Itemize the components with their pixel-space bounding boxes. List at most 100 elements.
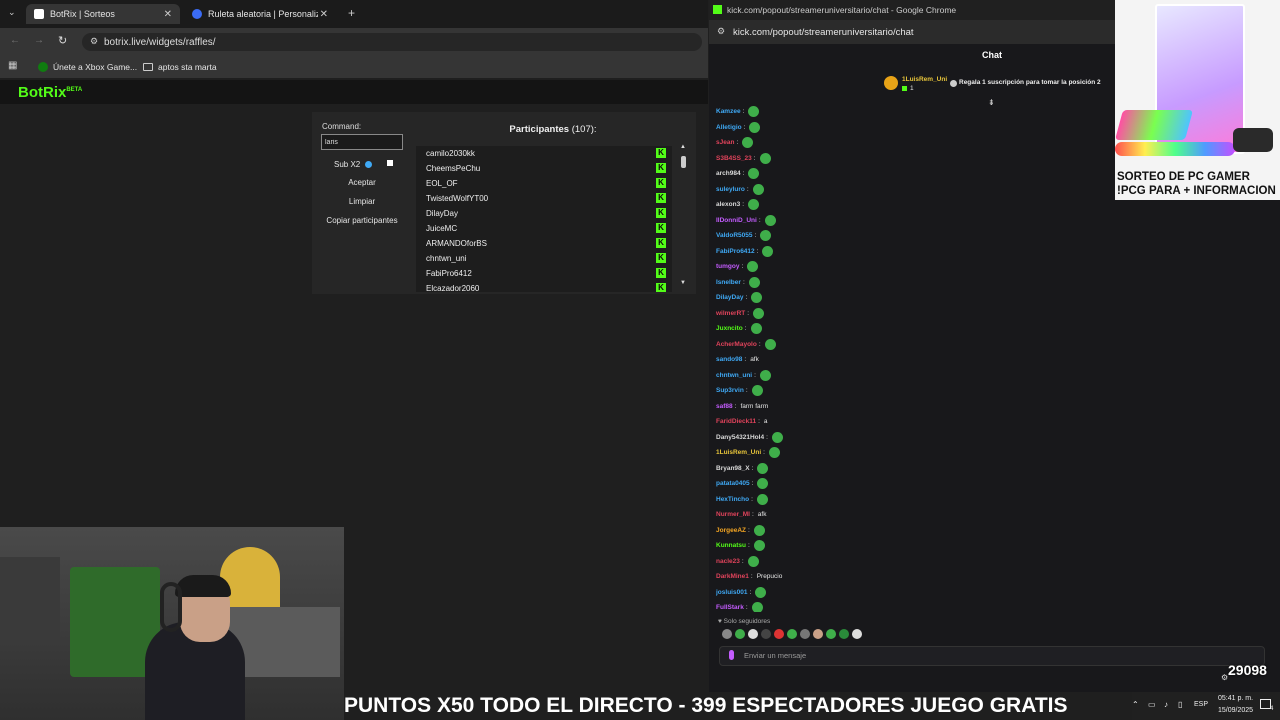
emote-icon[interactable] (751, 385, 763, 397)
emote-icon[interactable] (722, 629, 732, 639)
tab-ruleta[interactable]: Ruleta aleatoria | Personaliza y ✕ (184, 4, 336, 24)
emote-icon[interactable] (774, 629, 784, 639)
copy-participants-button[interactable]: Copiar participantes (321, 212, 403, 228)
forward-arrow-icon[interactable]: → (34, 35, 44, 46)
emote-icon[interactable] (757, 462, 769, 474)
emote-icon[interactable] (748, 629, 758, 639)
new-tab-icon[interactable]: + (348, 6, 355, 20)
emote-icon[interactable] (768, 447, 780, 459)
chat-username[interactable]: josluis001 (716, 589, 747, 596)
info-icon[interactable] (365, 160, 373, 168)
chat-username[interactable]: Kunnatsu (716, 542, 746, 549)
chat-username[interactable]: saf88 (716, 403, 733, 410)
chat-messages[interactable]: Kamzee: Alletigio: sJean: S3B4SS_23: arch984… (716, 104, 1096, 612)
chat-username[interactable]: S3B4SS_23 (716, 155, 752, 162)
emote-icon[interactable] (800, 629, 810, 639)
chat-username[interactable]: sJean (716, 139, 734, 146)
mic-icon[interactable] (729, 650, 734, 660)
tab-search-chevron-icon[interactable]: ⌄ (8, 7, 16, 18)
chat-username[interactable]: Kamzee (716, 108, 741, 115)
site-info-icon[interactable]: ⚙ (717, 26, 725, 37)
emote-icon[interactable] (748, 276, 760, 288)
scroll-thumb[interactable] (681, 156, 686, 168)
chat-username[interactable]: sando98 (716, 356, 742, 363)
emote-icon[interactable] (753, 540, 765, 552)
clock-date[interactable]: 15/09/2025 (1218, 707, 1253, 714)
close-icon[interactable]: ✕ (164, 9, 172, 20)
close-icon[interactable]: ✕ (320, 9, 328, 20)
clear-button[interactable]: Limpiar (321, 193, 403, 209)
bookmark-xbox[interactable]: Únete a Xbox Game... (38, 62, 137, 72)
accept-button[interactable]: Aceptar (321, 174, 403, 190)
chat-url-bar[interactable]: ⚙ kick.com/popout/streameruniversitario/… (709, 20, 1115, 44)
command-input[interactable] (321, 134, 403, 150)
emote-icon[interactable] (757, 478, 769, 490)
site-info-icon[interactable]: ⚙ (90, 36, 98, 47)
chat-username[interactable]: IIDonniD_Uni (716, 217, 757, 224)
reload-icon[interactable]: ↻ (58, 34, 67, 47)
emote-icon[interactable] (755, 586, 767, 598)
url-bar[interactable]: ⚙ botrix.live/widgets/raffles/ (82, 33, 702, 51)
emote-icon[interactable] (826, 629, 836, 639)
battery-icon[interactable]: ▯ (1178, 700, 1182, 709)
clock-time[interactable]: 05:41 p. m. (1218, 695, 1253, 702)
chat-username[interactable]: Sup3rvin (716, 387, 744, 394)
chat-username[interactable]: Alletigio (716, 124, 742, 131)
emote-icon[interactable] (751, 602, 763, 612)
emote-icon[interactable] (764, 214, 776, 226)
emote-icon[interactable] (748, 199, 760, 211)
chat-username[interactable]: ValdoR5055 (716, 232, 753, 239)
emote-icon[interactable] (813, 629, 823, 639)
emote-icon[interactable] (735, 629, 745, 639)
emote-icon[interactable] (747, 261, 759, 273)
botrix-logo[interactable]: BotRixBETA (18, 84, 82, 101)
tab-botrix[interactable]: BotRix | Sorteos ✕ (26, 4, 180, 24)
emote-icon[interactable] (760, 230, 772, 242)
emote-icon[interactable] (747, 555, 759, 567)
chat-username[interactable]: FullStark (716, 604, 744, 611)
chat-username[interactable]: Isnelber (716, 279, 741, 286)
chat-username[interactable]: Dany54321Hol4 (716, 434, 764, 441)
chat-username[interactable]: 1LuisRem_Uni (716, 449, 761, 456)
emote-icon[interactable] (748, 106, 760, 118)
emote-icon[interactable] (748, 168, 760, 180)
emote-icon[interactable] (761, 629, 771, 639)
chat-username[interactable]: suleyluro (716, 186, 745, 193)
chat-username[interactable]: arch984 (716, 170, 741, 177)
emote-icon[interactable] (742, 137, 754, 149)
chat-username[interactable]: HexTincho (716, 496, 749, 503)
chat-message-input[interactable]: Enviar un mensaje (719, 646, 1265, 666)
emote-icon[interactable] (762, 245, 774, 257)
language-indicator[interactable]: ESP (1194, 701, 1208, 708)
scroll-down-arrow-icon[interactable]: ▼ (680, 280, 686, 286)
emote-icon[interactable] (749, 121, 761, 133)
pinned-gift-banner[interactable]: 1LuisRem_Uni 1 Regala 1 suscripción para… (882, 74, 1112, 96)
chat-username[interactable]: Nurmer_MI (716, 511, 750, 518)
back-arrow-icon[interactable]: ← (10, 35, 20, 46)
tray-chevron-icon[interactable]: ⌃ (1132, 700, 1139, 709)
emote-icon[interactable] (756, 493, 768, 505)
emote-icon[interactable] (753, 307, 765, 319)
scroll-up-arrow-icon[interactable]: ▲ (680, 144, 686, 150)
emote-icon[interactable] (751, 292, 763, 304)
emote-icon[interactable] (753, 524, 765, 536)
apps-grid-icon[interactable]: ▦ (8, 60, 17, 71)
chat-username[interactable]: DilayDay (716, 294, 743, 301)
emote-icon[interactable] (750, 323, 762, 335)
chat-username[interactable]: Juxncito (716, 325, 743, 332)
chat-username[interactable]: alexon3 (716, 201, 740, 208)
emote-icon[interactable] (764, 338, 776, 350)
chat-username[interactable]: JorgeeAZ (716, 527, 746, 534)
emote-icon[interactable] (759, 152, 771, 164)
participants-list[interactable]: camilo2030kk K CheemsPeChu K EOL_OF K Twist… (416, 146, 672, 292)
chat-username[interactable]: FabiPro6412 (716, 248, 755, 255)
bookmark-folder-aptos[interactable]: aptos sta marta (143, 62, 217, 72)
emote-icon[interactable] (839, 629, 849, 639)
volume-icon[interactable]: ♪ (1164, 700, 1168, 709)
emote-icon[interactable] (787, 629, 797, 639)
chat-username[interactable]: AcherMayolo (716, 341, 757, 348)
chat-username[interactable]: patata0405 (716, 480, 750, 487)
chat-username[interactable]: chntwn_uni (716, 372, 752, 379)
chat-username[interactable]: DarkMine1 (716, 573, 749, 580)
emote-icon[interactable] (759, 369, 771, 381)
